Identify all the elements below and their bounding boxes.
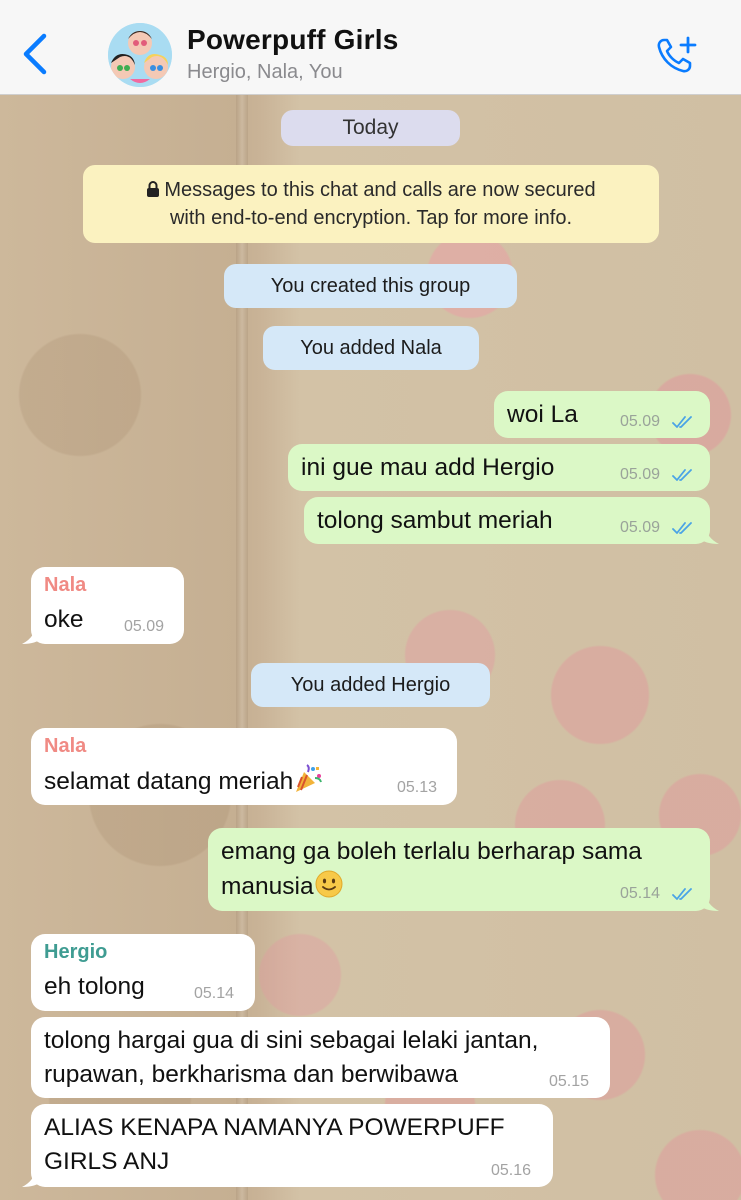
message-time: 05.13 <box>397 779 438 796</box>
incoming-message[interactable]: Nala oke 05.09 <box>22 567 184 644</box>
system-message-added-hergio: You added Hergio <box>251 663 490 707</box>
incoming-message[interactable]: Nala selamat datang meriah 05.13 <box>31 728 457 805</box>
message-text-line-1: ALIAS KENAPA NAMANYA POWERPUFF <box>44 1114 505 1141</box>
message-text: selamat datang meriah <box>44 768 294 795</box>
party-popper-emoji-icon <box>296 764 323 792</box>
slightly-smiling-face-emoji-icon <box>315 870 343 898</box>
message-text: woi La <box>507 401 578 428</box>
message-text-line-1: tolong hargai gua di sini sebagai lelaki… <box>44 1027 539 1054</box>
incoming-message[interactable]: Hergio eh tolong 05.14 <box>31 934 255 1011</box>
notice-line-2: with end-to-end encryption. Tap for more… <box>169 207 573 229</box>
system-message-created: You created this group <box>224 264 517 308</box>
encryption-notice[interactable]: Messages to this chat and calls are now … <box>83 165 659 243</box>
message-time: 05.09 <box>620 519 661 536</box>
message-time: 05.15 <box>549 1073 590 1090</box>
date-pill: Today <box>281 110 460 146</box>
chat-header: Powerpuff Girls Hergio, Nala, You <box>0 0 741 95</box>
chevron-left-icon <box>23 33 47 75</box>
message-time: 05.09 <box>124 618 165 635</box>
message-text-line-2: GIRLS ANJ <box>44 1148 170 1175</box>
back-button[interactable] <box>16 30 56 78</box>
notice-line-1: Messages to this chat and calls are now … <box>164 179 596 201</box>
message-text: tolong sambut meriah <box>317 507 553 534</box>
message-text: ini gue mau add Hergio <box>301 454 555 481</box>
read-ticks-icon <box>672 469 692 481</box>
message-text-line-2: manusia <box>221 873 314 900</box>
message-time: 05.16 <box>491 1162 532 1179</box>
group-avatar[interactable] <box>108 23 172 87</box>
read-ticks-icon <box>672 522 692 534</box>
message-time: 05.09 <box>620 413 661 430</box>
read-ticks-icon <box>672 888 692 900</box>
chat-participants[interactable]: Hergio, Nala, You <box>187 61 343 84</box>
chat-title[interactable]: Powerpuff Girls <box>187 24 398 56</box>
message-text-line-1: emang ga boleh terlalu berharap sama <box>221 838 642 865</box>
message-time: 05.14 <box>194 985 235 1002</box>
lock-icon <box>147 181 160 197</box>
message-time: 05.09 <box>620 466 661 483</box>
message-text-line-2: rupawan, berkharisma dan berwibawa <box>44 1061 458 1088</box>
bubble-tail <box>22 1169 42 1187</box>
bubble-tail <box>22 626 42 644</box>
system-message-added-nala: You added Nala <box>263 326 479 370</box>
bubble-tail <box>699 893 719 911</box>
bubble-tail <box>699 526 719 544</box>
outgoing-message[interactable]: emang ga boleh terlalu berharap sama man… <box>208 828 719 911</box>
incoming-message[interactable]: ALIAS KENAPA NAMANYA POWERPUFF GIRLS ANJ… <box>22 1104 553 1187</box>
outgoing-message[interactable]: tolong sambut meriah 05.09 <box>304 497 719 544</box>
message-time: 05.14 <box>620 885 661 902</box>
outgoing-message[interactable]: woi La 05.09 <box>494 391 710 438</box>
message-text: oke <box>44 606 84 633</box>
add-call-button[interactable] <box>654 34 700 76</box>
add-call-icon <box>657 36 697 73</box>
outgoing-message[interactable]: ini gue mau add Hergio 05.09 <box>288 444 710 491</box>
sender-name[interactable]: Nala <box>44 572 86 598</box>
read-ticks-icon <box>672 416 692 428</box>
message-text: eh tolong <box>44 973 145 1000</box>
incoming-message[interactable]: tolong hargai gua di sini sebagai lelaki… <box>31 1017 610 1098</box>
sender-name[interactable]: Nala <box>44 733 86 759</box>
sender-name[interactable]: Hergio <box>44 939 107 965</box>
